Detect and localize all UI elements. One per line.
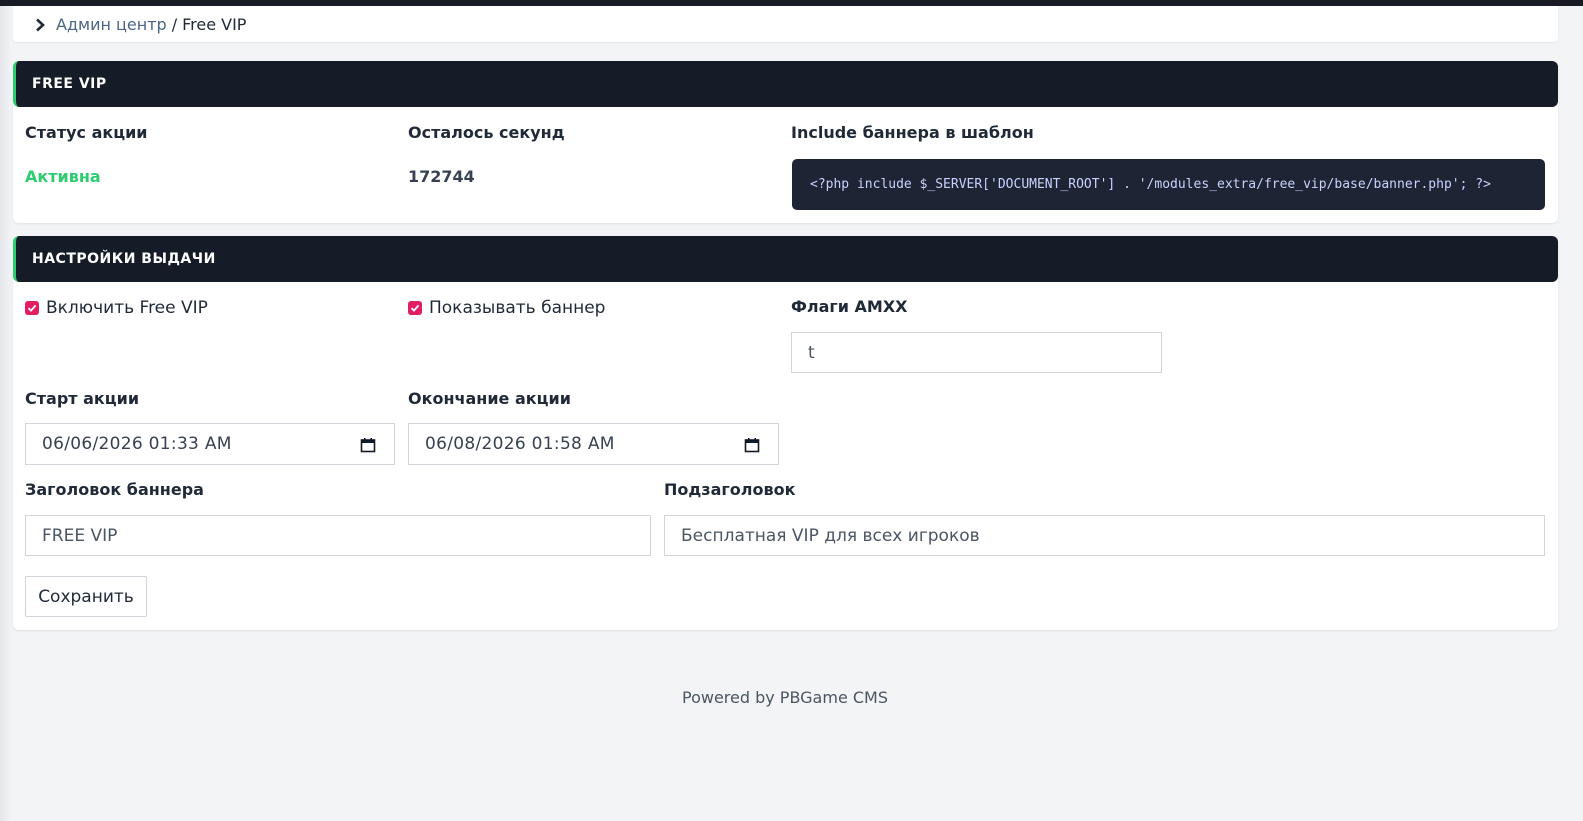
include-code-block[interactable]: <?php include $_SERVER['DOCUMENT_ROOT'] …: [792, 159, 1545, 210]
enable-free-vip-label: Включить Free VIP: [46, 298, 208, 318]
breadcrumb: Админ центр / Free VIP: [13, 6, 1558, 42]
amxx-flags-input[interactable]: t: [791, 332, 1162, 373]
status-label: Статус акции: [25, 123, 148, 142]
end-date-input[interactable]: 06/08/2026 01:58 AM: [408, 423, 779, 465]
breadcrumb-current: Free VIP: [182, 14, 247, 34]
banner-title-input[interactable]: FREE VIP: [25, 515, 651, 556]
start-date-value: 06/06/2026 01:33 AM: [42, 434, 232, 454]
checkbox-checked-icon[interactable]: [408, 301, 422, 315]
banner-title-label: Заголовок баннера: [25, 480, 204, 499]
footer-text: Powered by PBGame CMS: [681, 688, 888, 707]
status-value: Активна: [25, 167, 101, 186]
start-date-label: Старт акции: [25, 389, 140, 408]
enable-free-vip-checkbox[interactable]: Включить Free VIP: [25, 298, 208, 318]
banner-subtitle-input[interactable]: Бесплатная VIP для всех игроков: [664, 515, 1545, 556]
breadcrumb-home-link[interactable]: Админ центр: [56, 15, 167, 34]
include-banner-label: Include баннера в шаблон: [791, 123, 1034, 142]
settings-card-header: НАСТРОЙКИ ВЫДАЧИ: [13, 236, 1558, 282]
show-banner-checkbox[interactable]: Показывать баннер: [408, 298, 605, 318]
chevron-right-icon: [33, 17, 47, 32]
promo-card-header: FREE VIP: [13, 61, 1558, 107]
breadcrumb-separator: /: [171, 14, 178, 34]
seconds-left-value: 172744: [408, 167, 475, 186]
end-date-label: Окончание акции: [408, 389, 571, 408]
checkbox-checked-icon[interactable]: [25, 301, 39, 315]
calendar-icon[interactable]: [360, 437, 376, 453]
end-date-value: 06/08/2026 01:58 AM: [425, 434, 615, 454]
seconds-left-label: Осталось секунд: [408, 123, 565, 142]
amxx-flags-label: Флаги AMXX: [791, 297, 908, 316]
calendar-icon[interactable]: [744, 437, 760, 453]
start-date-input[interactable]: 06/06/2026 01:33 AM: [25, 423, 395, 465]
banner-subtitle-label: Подзаголовок: [664, 480, 796, 499]
show-banner-label: Показывать баннер: [429, 298, 606, 318]
settings-card: НАСТРОЙКИ ВЫДАЧИ Включить Free VIP Показ…: [13, 236, 1558, 630]
promo-status-card: FREE VIP Статус акции Активна Осталось с…: [13, 61, 1558, 223]
save-button[interactable]: Сохранить: [25, 576, 147, 617]
